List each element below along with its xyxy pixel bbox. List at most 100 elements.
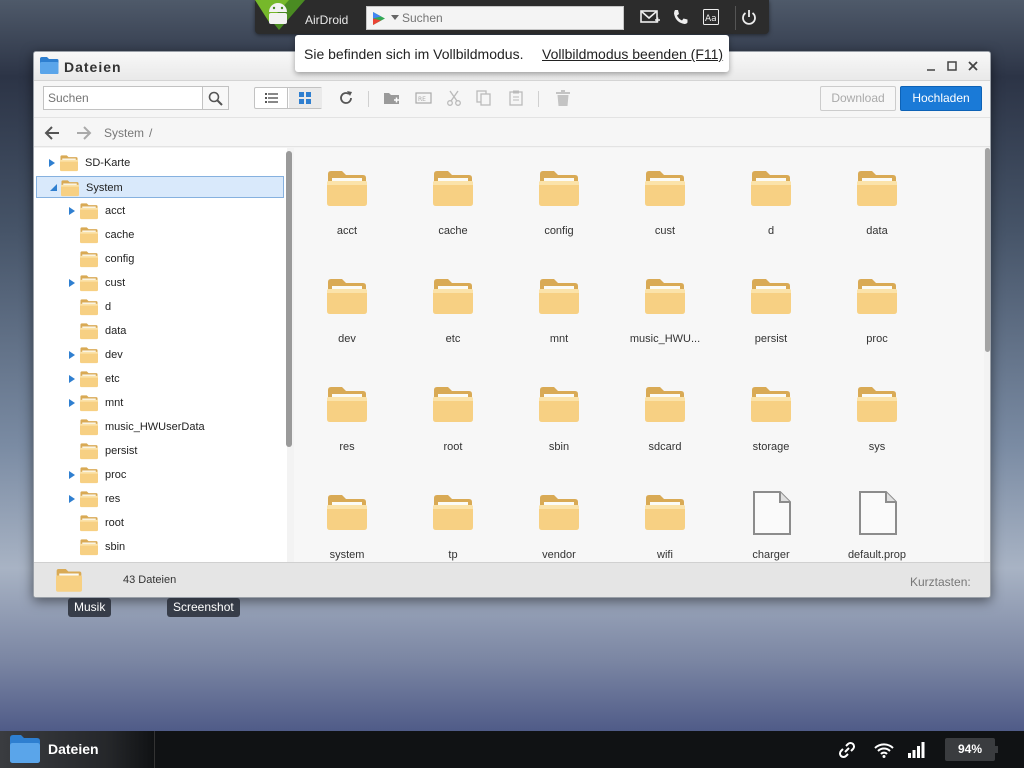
folder-item[interactable]: d: [718, 148, 824, 256]
folder-item[interactable]: acct: [294, 148, 400, 256]
folder-item[interactable]: root: [400, 364, 506, 472]
folder-item[interactable]: data: [824, 148, 930, 256]
shortcuts-link[interactable]: Kurztasten:: [910, 575, 971, 589]
file-item[interactable]: charger: [718, 472, 824, 562]
tree-item[interactable]: mnt: [36, 392, 284, 414]
airdroid-logo[interactable]: [255, 0, 305, 30]
tree-item[interactable]: persist: [36, 440, 284, 462]
folder-item[interactable]: config: [506, 148, 612, 256]
trash-icon[interactable]: [556, 90, 570, 106]
file-search-input[interactable]: [43, 86, 203, 110]
grid-view-button[interactable]: [289, 88, 322, 108]
topbar-search-input[interactable]: [402, 9, 617, 27]
tree-item[interactable]: config: [36, 248, 284, 270]
taskbar-app-label: Dateien: [48, 741, 99, 757]
folder-item[interactable]: cust: [612, 148, 718, 256]
link-icon[interactable]: [838, 741, 856, 759]
folder-item[interactable]: tp: [400, 472, 506, 562]
folder-item[interactable]: system: [294, 472, 400, 562]
folder-item[interactable]: sys: [824, 364, 930, 472]
paste-icon[interactable]: [508, 90, 524, 106]
tree-item[interactable]: dev: [36, 344, 284, 366]
cut-icon[interactable]: [446, 90, 462, 106]
download-button[interactable]: Download: [820, 86, 896, 111]
folder-item[interactable]: cache: [400, 148, 506, 256]
collapsed-arrow-icon[interactable]: [69, 471, 75, 479]
folder-icon: [326, 168, 368, 208]
folder-item[interactable]: sdcard: [612, 364, 718, 472]
folder-item[interactable]: persist: [718, 256, 824, 364]
tree-item-label: d: [105, 301, 112, 313]
tree-item[interactable]: root: [36, 512, 284, 534]
item-label: res: [339, 441, 355, 453]
exit-fullscreen-link[interactable]: Vollbildmodus beenden (F11): [542, 46, 723, 62]
expanded-arrow-icon[interactable]: [50, 184, 57, 191]
forward-arrow-icon[interactable]: [76, 126, 92, 140]
folder-item[interactable]: mnt: [506, 256, 612, 364]
font-size-icon[interactable]: Aa: [703, 9, 719, 25]
copy-icon[interactable]: [476, 90, 492, 106]
topbar-search[interactable]: [366, 6, 624, 30]
folder-item[interactable]: etc: [400, 256, 506, 364]
tree-item[interactable]: d: [36, 296, 284, 318]
minimize-icon[interactable]: [924, 59, 938, 73]
new-folder-icon[interactable]: [383, 90, 401, 106]
folder-item[interactable]: proc: [824, 256, 930, 364]
chevron-down-icon[interactable]: [391, 15, 399, 20]
tree-item[interactable]: music_HWUserData: [36, 416, 284, 438]
wifi-icon[interactable]: [874, 742, 894, 758]
tree-item[interactable]: cust: [36, 272, 284, 294]
taskbar-app-files[interactable]: Dateien: [0, 731, 155, 768]
tree-item-label: data: [105, 325, 127, 337]
mail-add-icon[interactable]: [640, 9, 660, 25]
tree-item[interactable]: acct: [36, 200, 284, 222]
tree-item-label: config: [105, 253, 135, 265]
back-arrow-icon[interactable]: [44, 126, 60, 140]
close-icon[interactable]: [966, 59, 980, 73]
list-view-button[interactable]: [255, 88, 288, 108]
file-count: 43 Dateien: [123, 574, 177, 586]
folder-item[interactable]: music_HWU...: [612, 256, 718, 364]
rename-icon[interactable]: RE: [415, 90, 433, 106]
folder-item[interactable]: vendor: [506, 472, 612, 562]
file-toolbar: RE Download Hochladen: [34, 81, 990, 117]
desktop-icon-screenshot-label[interactable]: Screenshot: [167, 598, 240, 617]
power-icon[interactable]: [741, 9, 757, 25]
upload-button[interactable]: Hochladen: [900, 86, 982, 111]
collapsed-arrow-icon[interactable]: [49, 159, 55, 167]
tree-item-label: acct: [105, 205, 126, 217]
refresh-icon[interactable]: [338, 90, 354, 106]
collapsed-arrow-icon[interactable]: [69, 399, 75, 407]
grid-scrollbar[interactable]: [985, 148, 990, 352]
maximize-icon[interactable]: [945, 59, 959, 73]
tree-item[interactable]: etc: [36, 368, 284, 390]
folder-item[interactable]: wifi: [612, 472, 718, 562]
tree-item[interactable]: cache: [36, 224, 284, 246]
folder-icon: [79, 538, 99, 556]
collapsed-arrow-icon[interactable]: [69, 207, 75, 215]
folder-icon: [60, 179, 80, 197]
tree-item[interactable]: data: [36, 320, 284, 342]
tree-item[interactable]: sbin: [36, 536, 284, 558]
tree-item[interactable]: System: [36, 176, 284, 198]
phone-icon[interactable]: [672, 9, 688, 25]
tree-item[interactable]: res: [36, 488, 284, 510]
item-label: system: [329, 549, 365, 561]
collapsed-arrow-icon[interactable]: [69, 495, 75, 503]
tree-item[interactable]: SD-Karte: [36, 152, 284, 174]
collapsed-arrow-icon[interactable]: [69, 375, 75, 383]
desktop-icon-music-label[interactable]: Musik: [68, 598, 112, 617]
tree-item-label: persist: [105, 445, 138, 457]
breadcrumb-item[interactable]: System: [104, 126, 144, 140]
folder-item[interactable]: dev: [294, 256, 400, 364]
folder-item[interactable]: storage: [718, 364, 824, 472]
collapsed-arrow-icon[interactable]: [69, 351, 75, 359]
tree-scrollbar[interactable]: [286, 151, 292, 447]
tree-item[interactable]: proc: [36, 464, 284, 486]
file-item[interactable]: default.prop: [824, 472, 930, 562]
search-button[interactable]: [203, 86, 229, 110]
folder-item[interactable]: res: [294, 364, 400, 472]
google-play-icon[interactable]: [373, 12, 385, 25]
folder-item[interactable]: sbin: [506, 364, 612, 472]
collapsed-arrow-icon[interactable]: [69, 279, 75, 287]
